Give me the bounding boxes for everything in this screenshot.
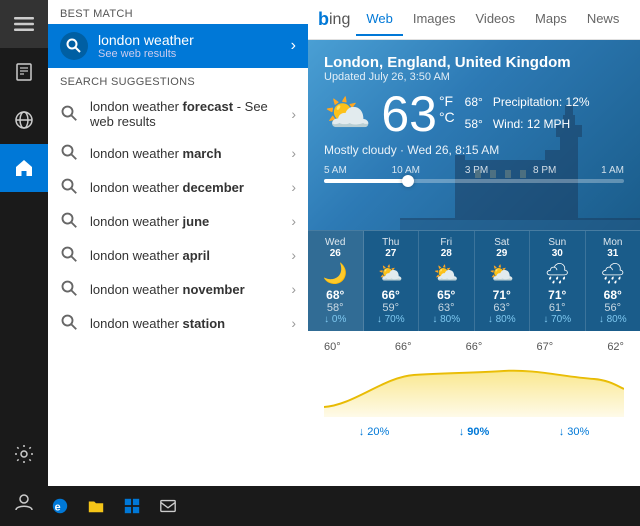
hourly-label-8pm: 8 PM	[533, 165, 556, 176]
suggestion-forecast-text: london weather forecast - See web result…	[90, 99, 291, 129]
forecast-row: Wed 26 🌙 68° 58° ↓ 0% Thu 27 ⛅ 66° 59° ↓…	[308, 230, 640, 331]
search-icon-november	[60, 279, 80, 299]
search-icon-april	[60, 245, 80, 265]
tab-maps[interactable]: Maps	[525, 3, 577, 36]
suggestion-station-text: london weather station	[90, 316, 291, 331]
chart-temp-3: 66°	[466, 341, 483, 353]
suggestion-april-text: london weather april	[90, 248, 291, 263]
suggestion-april[interactable]: london weather april ›	[48, 238, 308, 272]
weather-wind: Wind: 12 MPH	[493, 114, 590, 136]
weather-temp-low: 58°	[465, 114, 483, 136]
tab-news[interactable]: News	[577, 3, 630, 36]
hourly-label-5am: 5 AM	[324, 165, 347, 176]
temp-main: 63	[381, 89, 437, 139]
best-match-text: london weather See web results	[98, 32, 291, 60]
weather-temp-high: 68°	[465, 92, 483, 114]
tab-web[interactable]: Web	[356, 3, 403, 36]
suggestion-november-text: london weather november	[90, 282, 291, 297]
suggestion-station-arrow: ›	[291, 315, 296, 331]
weather-updated: Updated July 26, 3:50 AM	[324, 71, 624, 83]
weather-main: London, England, United Kingdom Updated …	[308, 40, 640, 230]
suggestion-march[interactable]: london weather march ›	[48, 136, 308, 170]
chart-svg	[324, 357, 624, 417]
search-icon-suggestion	[60, 104, 80, 124]
best-match-item[interactable]: london weather See web results ›	[48, 24, 308, 68]
suggestion-march-arrow: ›	[291, 145, 296, 161]
search-icon-june	[60, 211, 80, 231]
best-match-subtitle: See web results	[98, 48, 291, 60]
taskbar-file-explorer[interactable]	[80, 490, 112, 522]
forecast-day-sat[interactable]: Sat 29 ⛅ 71° 63° ↓ 80%	[475, 231, 531, 331]
chart-temp-4: 67°	[536, 341, 553, 353]
sidebar-item-person[interactable]	[0, 478, 48, 526]
precip-val-3: ↓ 30%	[559, 426, 590, 438]
bing-b-letter: b	[318, 9, 329, 30]
suggestion-forecast-arrow: ›	[291, 106, 296, 122]
best-match-title: london weather	[98, 32, 291, 48]
chart-temp-1: 60°	[324, 341, 341, 353]
taskbar: e	[0, 486, 640, 526]
suggestion-november-arrow: ›	[291, 281, 296, 297]
suggestion-december[interactable]: london weather december ›	[48, 170, 308, 204]
weather-condition: Mostly cloudy · Wed 26, 8:15 AM	[324, 143, 624, 157]
forecast-day-thu[interactable]: Thu 27 ⛅ 66° 59° ↓ 70%	[364, 231, 420, 331]
best-match-arrow-icon: ›	[291, 37, 296, 55]
sidebar	[0, 0, 48, 526]
chart-temp-2: 66°	[395, 341, 412, 353]
chart-area: 60° 66° 66° 67° 62° ↓ 20% ↓ 90% ↓ 30%	[308, 331, 640, 486]
search-icon-station	[60, 313, 80, 333]
hourly-dot	[402, 175, 414, 187]
sidebar-item-document[interactable]	[0, 48, 48, 96]
best-match-label: Best match	[48, 0, 308, 24]
taskbar-windows-store[interactable]	[116, 490, 148, 522]
forecast-day-sun[interactable]: Sun 30 🌧 71° 61° ↓ 70%	[530, 231, 586, 331]
bing-ing-letters: ing	[329, 11, 350, 29]
taskbar-edge-browser[interactable]: e	[44, 490, 76, 522]
tab-images[interactable]: Images	[403, 3, 466, 36]
suggestion-june-arrow: ›	[291, 213, 296, 229]
sidebar-item-home[interactable]	[0, 144, 48, 192]
forecast-day-mon[interactable]: Mon 31 🌧 68° 56° ↓ 80%	[586, 231, 640, 331]
precip-val-2: ↓ 90%	[459, 426, 490, 438]
taskbar-mail[interactable]	[152, 490, 184, 522]
search-panel: Best match london weather See web result…	[48, 0, 308, 526]
sidebar-item-settings[interactable]	[0, 430, 48, 478]
sidebar-hamburger[interactable]	[0, 0, 48, 48]
suggestion-march-text: london weather march	[90, 146, 291, 161]
suggestion-forecast[interactable]: london weather forecast - See web result…	[48, 92, 308, 136]
hourly-progress	[324, 179, 408, 183]
weather-tabs: bing Web Images Videos Maps News	[308, 0, 640, 40]
weather-precipitation: Precipitation: 12%	[493, 92, 590, 114]
svg-text:e: e	[55, 502, 61, 514]
suggestions-label: Search suggestions	[48, 68, 308, 92]
hourly-label-1am: 1 AM	[601, 165, 624, 176]
hourly-label-3pm: 3 PM	[465, 165, 488, 176]
forecast-day-fri[interactable]: Fri 28 ⛅ 65° 63° ↓ 80%	[419, 231, 475, 331]
suggestion-april-arrow: ›	[291, 247, 296, 263]
chart-temp-5: 62°	[607, 341, 624, 353]
suggestion-december-arrow: ›	[291, 179, 296, 195]
suggestion-june-text: london weather june	[90, 214, 291, 229]
precip-val-1: ↓ 20%	[359, 426, 390, 438]
tab-videos[interactable]: Videos	[466, 3, 526, 36]
suggestion-november[interactable]: london weather november ›	[48, 272, 308, 306]
suggestion-june[interactable]: london weather june ›	[48, 204, 308, 238]
cloud-icon: ⛅	[324, 92, 371, 136]
forecast-day-wed[interactable]: Wed 26 🌙 68° 58° ↓ 0%	[308, 231, 364, 331]
bing-logo: bing	[318, 9, 350, 30]
suggestion-station[interactable]: london weather station ›	[48, 306, 308, 340]
search-icon-best	[60, 32, 88, 60]
sidebar-item-globe[interactable]	[0, 96, 48, 144]
search-icon-march	[60, 143, 80, 163]
search-icon-december	[60, 177, 80, 197]
weather-panel: bing Web Images Videos Maps News	[308, 0, 640, 486]
suggestion-december-text: london weather december	[90, 180, 291, 195]
weather-location: London, England, United Kingdom	[324, 54, 624, 71]
